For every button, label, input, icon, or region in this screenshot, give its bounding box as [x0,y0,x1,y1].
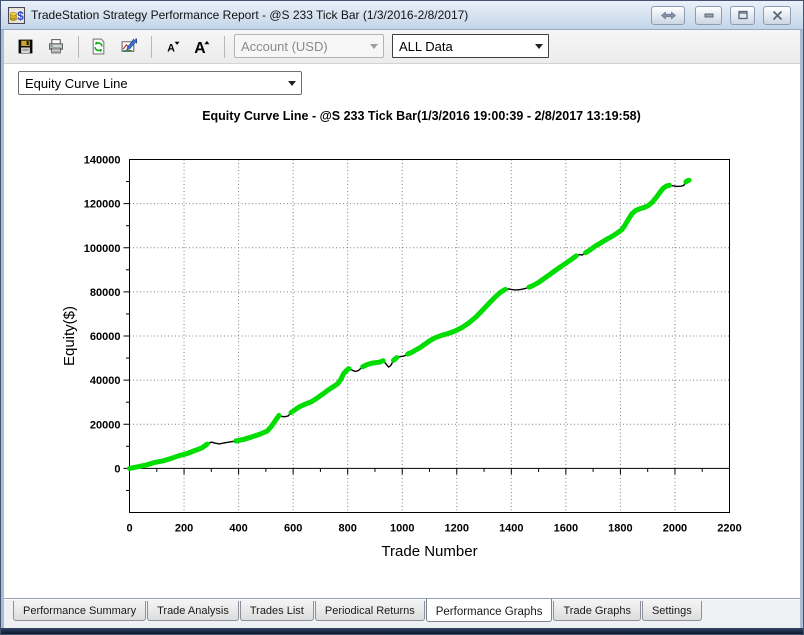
font-decrease-icon: A [167,41,179,54]
equity-curve-line [233,412,282,444]
tradestation-report-window: $ TradeStation Strategy Performance Repo… [0,0,804,635]
save-button[interactable] [12,34,39,60]
y-tick-label: 40000 [90,375,121,387]
toolbar-separator [78,35,79,58]
equity-curve-line [128,179,690,470]
plot-border [129,159,730,513]
tab-trade-analysis[interactable]: Trade Analysis [147,601,239,621]
toolbar-separator [224,35,225,58]
app-icon: $ [8,6,25,24]
equity-curve-line [127,441,210,471]
report-settings-button[interactable] [115,34,142,60]
chevron-down-icon [282,81,301,86]
y-tick-label: 120000 [84,199,121,211]
tab-periodical-returns[interactable]: Periodical Returns [314,601,425,621]
equity-curve-line [583,182,672,256]
x-tick-label: 600 [284,523,302,535]
equity-curve-chart: 0 200 400 600 800 1000 1200 1400 1600 1800 2000 220… [61,109,742,560]
close-icon [772,10,782,20]
minimize-button[interactable] [695,5,722,25]
account-combo-value: Account (USD) [241,38,328,54]
tab-trades-list[interactable]: Trades List [239,601,314,621]
x-tick-label: 1800 [608,523,632,535]
equity-curve-line [391,355,400,363]
window-bottom-edge [1,628,803,634]
tab-trade-graphs[interactable]: Trade Graphs [553,601,641,621]
refresh-button[interactable] [85,34,112,60]
y-tick-label: 140000 [84,155,121,167]
minimize-icon [704,13,713,18]
x-tick-label: 1000 [390,523,414,535]
x-tick-label: 1400 [499,523,523,535]
x-tick-label: 1600 [554,523,578,535]
resize-horizontal-icon [660,10,676,20]
equity-curve-line [683,177,692,185]
x-tick-label: 1200 [445,523,469,535]
account-combo: Account (USD) [234,34,384,58]
y-axis-title: Equity($) [61,306,78,366]
y-tick-label: 20000 [90,419,121,431]
report-tab-bar: Performance Summary Trade Analysis Trades … [4,598,800,628]
equity-curve-line [526,253,579,290]
y-tick-label: 100000 [84,243,121,255]
font-increase-icon: A [194,40,210,56]
chevron-down-icon [364,44,383,49]
print-button[interactable] [42,34,69,60]
restore-icon [737,10,748,20]
graph-type-combo-value: Equity Curve Line [25,75,128,91]
tab-settings[interactable]: Settings [641,601,702,621]
chevron-down-icon [529,44,548,49]
report-content: 0 200 400 600 800 1000 1200 1400 1600 1800 2000 220… [4,64,800,598]
save-icon [18,39,33,54]
x-tick-label: 800 [339,523,357,535]
data-range-combo[interactable]: ALL Data [392,34,549,58]
close-button[interactable] [763,5,791,25]
font-increase-button[interactable]: A [188,34,215,60]
svg-text:A: A [194,40,205,56]
equity-curve-line [405,286,508,357]
svg-text:A: A [167,42,175,54]
report-settings-icon [121,38,137,52]
font-decrease-button[interactable]: A [158,34,185,60]
x-tick-label: 2000 [663,523,687,535]
y-tick-label: 80000 [90,287,121,299]
tab-performance-summary[interactable]: Performance Summary [13,601,147,621]
x-tick-label: 400 [229,523,247,535]
x-axis-title: Trade Number [381,543,477,560]
print-icon [48,39,63,54]
x-tick-label: 2200 [717,523,741,535]
equity-curve-line [360,358,386,370]
window-title: TradeStation Strategy Performance Report… [31,8,469,22]
refresh-icon [92,38,105,55]
equity-curve-line [288,366,352,416]
toolbar-separator [151,35,152,58]
x-tick-label: 200 [175,523,193,535]
y-tick-label: 0 [114,463,120,475]
y-tick-label: 60000 [90,331,121,343]
restore-button[interactable] [730,5,755,25]
resize-horizontal-button[interactable] [651,5,685,25]
toolbar: A A Account (USD) ALL Data [4,30,800,64]
window-controls [651,5,791,25]
x-tick-label: 0 [126,523,132,535]
tab-performance-graphs[interactable]: Performance Graphs [425,599,553,622]
chart-title: Equity Curve Line - @S 233 Tick Bar(1/3/… [202,109,641,123]
title-bar: $ TradeStation Strategy Performance Repo… [1,1,803,30]
svg-text:$: $ [17,10,24,23]
data-range-combo-value: ALL Data [399,38,453,54]
graph-type-combo[interactable]: Equity Curve Line [18,71,302,95]
